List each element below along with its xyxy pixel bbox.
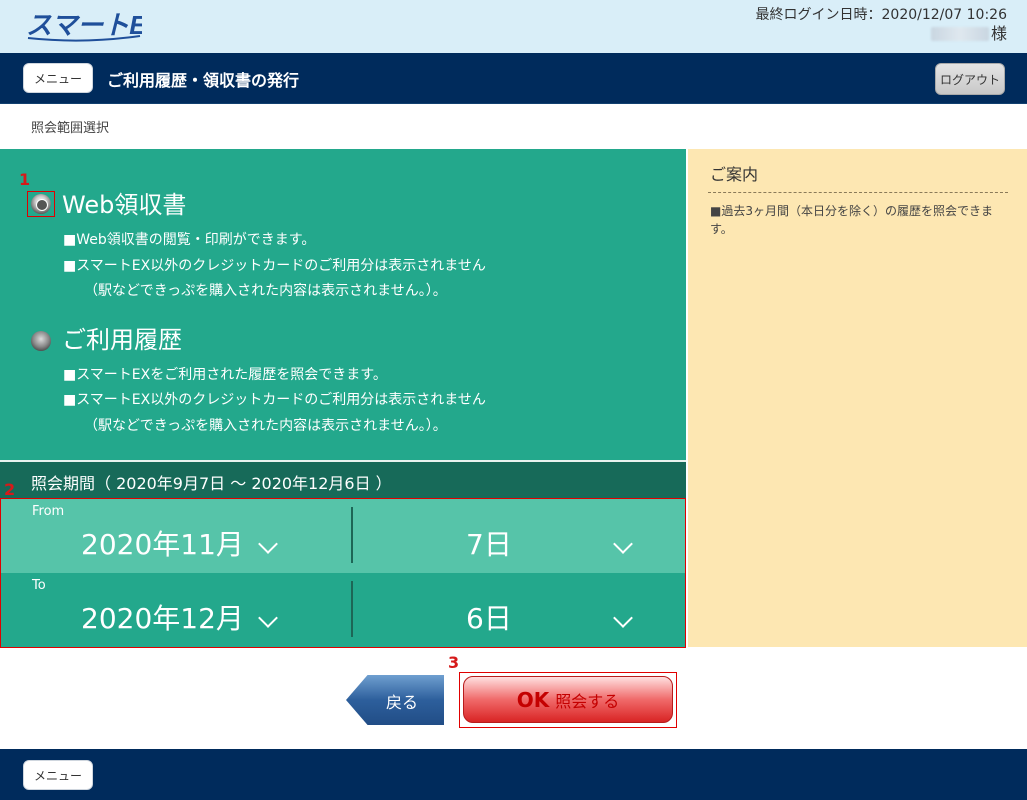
- to-day-chevron-down-icon[interactable]: [612, 617, 634, 631]
- option-usage-history-line-1: ■スマートEXをご利用された履歴を照会できます。: [63, 367, 387, 383]
- logout-button[interactable]: ログアウト: [935, 63, 1005, 95]
- info-title: ご案内: [710, 165, 759, 184]
- option-web-receipt-line-1: ■Web領収書の閲覧・印刷ができます。: [63, 232, 316, 248]
- last-login-text: 最終ログイン日時：2020/12/07 10:26: [755, 7, 1008, 23]
- bottom-bar: メニュー: [0, 749, 1027, 800]
- annotation-1-label: 1: [19, 170, 31, 189]
- nav-bar: メニュー ご利用履歴・領収書の発行 ログアウト: [0, 53, 1027, 104]
- option-usage-history-line-2: ■スマートEX以外のクレジットカードのご利用分は表示されません: [63, 392, 486, 408]
- login-info: 最終ログイン日時：2020/12/07 10:26 様: [756, 6, 1008, 43]
- radio-usage-history[interactable]: [31, 331, 51, 351]
- bottom-menu-button[interactable]: メニュー: [23, 760, 93, 790]
- from-month-select[interactable]: 2020年11月: [81, 523, 244, 563]
- info-panel: ご案内 ■過去3ヶ月間（本日分を除く）の履歴を照会できます。: [688, 149, 1027, 647]
- option-title-usage-history[interactable]: ご利用履歴: [62, 320, 182, 355]
- from-day-chevron-down-icon[interactable]: [612, 543, 634, 557]
- annotation-2-label: 2: [4, 480, 16, 499]
- top-header: スマートEX 最終ログイン日時：2020/12/07 10:26 様: [0, 0, 1027, 53]
- action-buttons: 戻る OK 照会する: [0, 672, 1027, 728]
- section-subtitle: 照会範囲選択: [31, 121, 110, 136]
- back-button-label: 戻る: [386, 693, 419, 712]
- back-button[interactable]: 戻る: [346, 675, 444, 725]
- option-web-receipt-line-2: ■スマートEX以外のクレジットカードのご利用分は表示されません: [63, 258, 486, 274]
- date-to-row: To 2020年12月 6日: [1, 573, 685, 647]
- ok-query-button[interactable]: OK 照会する: [463, 676, 673, 723]
- date-range-selector: From 2020年11月 7日 To 2020年12月 6日: [0, 498, 686, 648]
- from-separator: [351, 507, 353, 563]
- to-separator: [351, 581, 353, 637]
- info-text: ■過去3ヶ月間（本日分を除く）の履歴を照会できます。: [710, 204, 993, 236]
- smart-ex-logo[interactable]: スマートEX: [24, 8, 142, 44]
- radio-web-receipt[interactable]: [31, 194, 51, 214]
- user-name-row: 様: [756, 24, 1007, 43]
- option-web-receipt-line-3: （駅などできっぷを購入された内容は表示されません。）。: [84, 283, 447, 299]
- honorific-suffix: 様: [990, 24, 1007, 43]
- ok-button-prefix: OK: [516, 687, 550, 712]
- date-from-row: From 2020年11月 7日: [1, 499, 685, 573]
- period-range-label: 照会期間（ 2020年9月7日 ～ 2020年12月6日 ）: [31, 474, 392, 493]
- to-month-chevron-down-icon[interactable]: [257, 617, 279, 631]
- to-label: To: [32, 578, 46, 593]
- info-divider: [708, 192, 1008, 193]
- blurred-user-name: [930, 27, 989, 41]
- to-month-select[interactable]: 2020年12月: [81, 597, 244, 637]
- from-day-select[interactable]: 7日: [466, 523, 512, 563]
- option-title-web-receipt[interactable]: Web領収書: [62, 185, 186, 220]
- ok-button-label: 照会する: [555, 691, 620, 711]
- page-title: ご利用履歴・領収書の発行: [107, 71, 300, 90]
- svg-text:スマートEX: スマートEX: [26, 10, 142, 40]
- annotation-3-box: OK 照会する: [459, 672, 677, 728]
- menu-button[interactable]: メニュー: [23, 63, 93, 93]
- annotation-3-label: 3: [448, 653, 460, 672]
- option-usage-history-line-3: （駅などできっぷを購入された内容は表示されません。）。: [84, 418, 447, 434]
- to-day-select[interactable]: 6日: [466, 597, 512, 637]
- from-label: From: [32, 504, 65, 519]
- period-header: 照会期間（ 2020年9月7日 ～ 2020年12月6日 ）: [0, 460, 686, 498]
- from-month-chevron-down-icon[interactable]: [257, 543, 279, 557]
